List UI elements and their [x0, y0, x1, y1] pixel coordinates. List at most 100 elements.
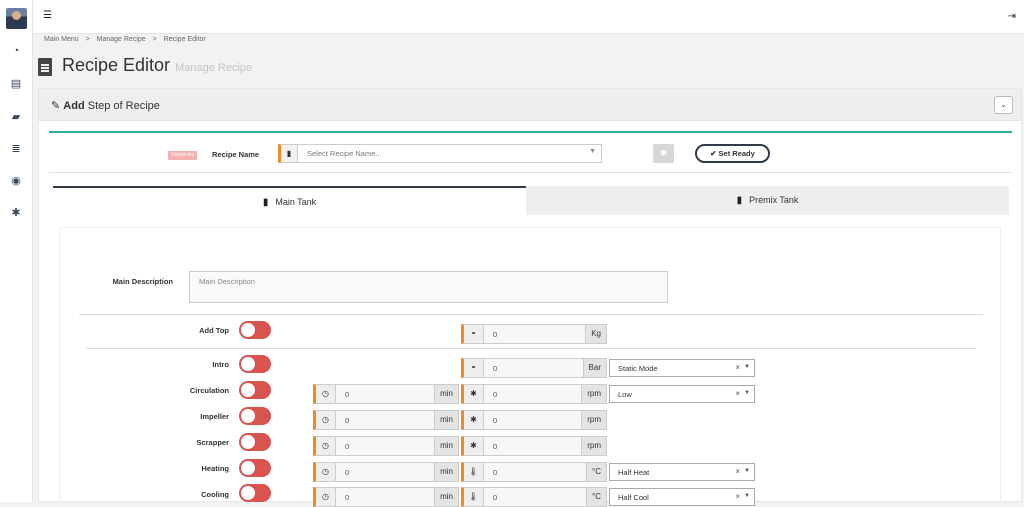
dropdown-arrow-icon: ▼ — [744, 468, 750, 474]
dropdown-arrow-icon: ▼ — [744, 390, 750, 396]
rpm-value: 0 — [493, 390, 498, 399]
cooling-mode-select[interactable]: Half Cool × ▼ — [609, 488, 755, 506]
file-1-icon: ▮ — [262, 197, 269, 208]
breadcrumb-separator: > — [85, 36, 90, 43]
tab-main-tank-label: Main Tank — [275, 197, 317, 207]
cooling-temp-input[interactable]: 🌡 0 °C — [461, 487, 607, 507]
heating-min-input[interactable]: ◷ 0 min — [313, 462, 459, 482]
panel-header: ✎ Add Step of Recipe ⌄ — [39, 89, 1021, 121]
menu-toggle-icon[interactable]: ☰ — [43, 11, 55, 21]
logout-icon[interactable]: ⇥ — [1008, 11, 1016, 22]
scrapper-rpm-input[interactable]: ✱ 0 rpm — [461, 436, 607, 456]
breadcrumb-main-menu[interactable]: Main Menu — [44, 36, 79, 43]
file-2-icon: ▮ — [736, 195, 743, 206]
circulation-rpm-input[interactable]: ✱ 0 rpm — [461, 384, 607, 404]
circulation-min-input[interactable]: ◷ 0 min — [313, 384, 459, 404]
clear-icon[interactable]: × — [735, 389, 740, 398]
clock-icon: ◷ — [316, 437, 336, 455]
bookmark-icon: ▮ — [281, 145, 298, 162]
cooling-mode-value: Half Cool — [618, 493, 649, 502]
document-icon[interactable]: ▤ — [9, 77, 23, 91]
kg-value: 0 — [493, 330, 498, 339]
gear-icon: ✱ — [659, 148, 668, 158]
heating-mode-select[interactable]: Half Heat × ▼ — [609, 463, 755, 481]
set-ready-label: Set Ready — [718, 149, 755, 158]
document-icon — [38, 58, 52, 76]
intro-mode-value: Static Mode — [618, 364, 658, 373]
rpm-unit: rpm — [581, 437, 606, 455]
status-badge: Dolumi ley — [168, 151, 198, 160]
add-top-toggle[interactable] — [239, 321, 271, 339]
intro-bar-input[interactable]: ◓ 0 Bar — [461, 358, 607, 378]
min-value: 0 — [345, 493, 350, 502]
cooling-toggle[interactable] — [239, 484, 271, 502]
impeller-min-input[interactable]: ◷ 0 min — [313, 410, 459, 430]
tab-premix-tank[interactable]: ▮ Premix Tank — [526, 186, 1009, 215]
book-icon[interactable]: ▰ — [9, 110, 23, 124]
page-subtitle: Manage Recipe — [175, 62, 253, 74]
collapse-button[interactable]: ⌄ — [994, 96, 1013, 114]
impeller-rpm-input[interactable]: ✱ 0 rpm — [461, 410, 607, 430]
min-value: 0 — [345, 468, 350, 477]
intro-label: Intro — [212, 360, 229, 369]
divider — [86, 348, 976, 349]
clear-icon[interactable]: × — [735, 467, 740, 476]
add-top-label: Add Top — [199, 326, 229, 335]
check-circle-icon: ✔ — [710, 149, 717, 158]
recipe-name-row: Dolumi ley Recipe Name ▮ Select Recipe N… — [49, 131, 1012, 173]
panel-title: ✎ Add Step of Recipe — [51, 99, 160, 112]
user-icon[interactable]: ◉ — [9, 174, 23, 188]
dropdown-arrow-icon: ▼ — [589, 148, 596, 155]
dropdown-arrow-icon: ▼ — [744, 364, 750, 370]
temp-unit: °C — [586, 463, 606, 481]
cooling-label: Cooling — [201, 490, 229, 499]
dashboard-icon[interactable]: ◔ — [9, 44, 23, 58]
dropdown-arrow-icon: ▼ — [744, 493, 750, 499]
chevron-down-icon: ⌄ — [1000, 100, 1007, 109]
set-ready-button[interactable]: ✔ Set Ready — [695, 144, 770, 163]
edit-icon: ✎ — [51, 100, 61, 112]
breadcrumb-separator: > — [152, 36, 157, 43]
heating-toggle[interactable] — [239, 459, 271, 477]
main-description-field[interactable]: Main Description — [189, 271, 668, 303]
clock-icon: ◷ — [316, 411, 336, 429]
clock-icon: ◷ — [316, 463, 336, 481]
clear-icon[interactable]: × — [735, 492, 740, 501]
database-icon[interactable]: ≣ — [9, 142, 23, 156]
recipe-name-select[interactable]: ▮ Select Recipe Name... ▼ — [278, 144, 602, 163]
impeller-toggle[interactable] — [239, 407, 271, 425]
cooling-min-input[interactable]: ◷ 0 min — [313, 487, 459, 507]
clear-icon[interactable]: × — [735, 363, 740, 372]
impeller-label: Impeller — [200, 412, 229, 421]
avatar[interactable] — [6, 8, 27, 29]
scrapper-toggle[interactable] — [239, 433, 271, 451]
heating-temp-input[interactable]: 🌡 0 °C — [461, 462, 607, 482]
settings-button[interactable]: ✱ — [653, 144, 674, 163]
sidebar: ◔ ▤ ▰ ≣ ◉ ✱ — [0, 0, 33, 502]
circulation-toggle[interactable] — [239, 381, 271, 399]
add-top-kg-input[interactable]: ◓ 0 Kg — [461, 324, 607, 344]
gear-icon: ✱ — [464, 411, 484, 429]
gauge-icon: ◓ — [464, 325, 484, 343]
top-bar: ☰ ⇥ — [33, 0, 1024, 34]
min-unit: min — [434, 411, 458, 429]
intro-toggle[interactable] — [239, 355, 271, 373]
gear-icon[interactable]: ✱ — [9, 206, 23, 220]
scrapper-min-input[interactable]: ◷ 0 min — [313, 436, 459, 456]
heating-mode-value: Half Heat — [618, 468, 650, 477]
scrapper-label: Scrapper — [196, 438, 229, 447]
circulation-mode-select[interactable]: Low × ▼ — [609, 385, 755, 403]
main-description-label: Main Description — [112, 277, 173, 286]
clock-icon: ◷ — [316, 385, 336, 403]
panel-title-rest: Step of Recipe — [87, 100, 160, 112]
rpm-unit: rpm — [581, 411, 606, 429]
temp-value: 0 — [493, 468, 498, 477]
min-unit: min — [434, 488, 458, 506]
thermometer-icon: 🌡 — [464, 463, 484, 481]
bar-unit: Bar — [582, 359, 606, 377]
clock-icon: ◷ — [316, 488, 336, 506]
min-value: 0 — [345, 442, 350, 451]
tab-main-tank[interactable]: ▮ Main Tank — [53, 186, 526, 215]
breadcrumb-manage-recipe[interactable]: Manage Recipe — [97, 36, 146, 43]
intro-mode-select[interactable]: Static Mode × ▼ — [609, 359, 755, 377]
